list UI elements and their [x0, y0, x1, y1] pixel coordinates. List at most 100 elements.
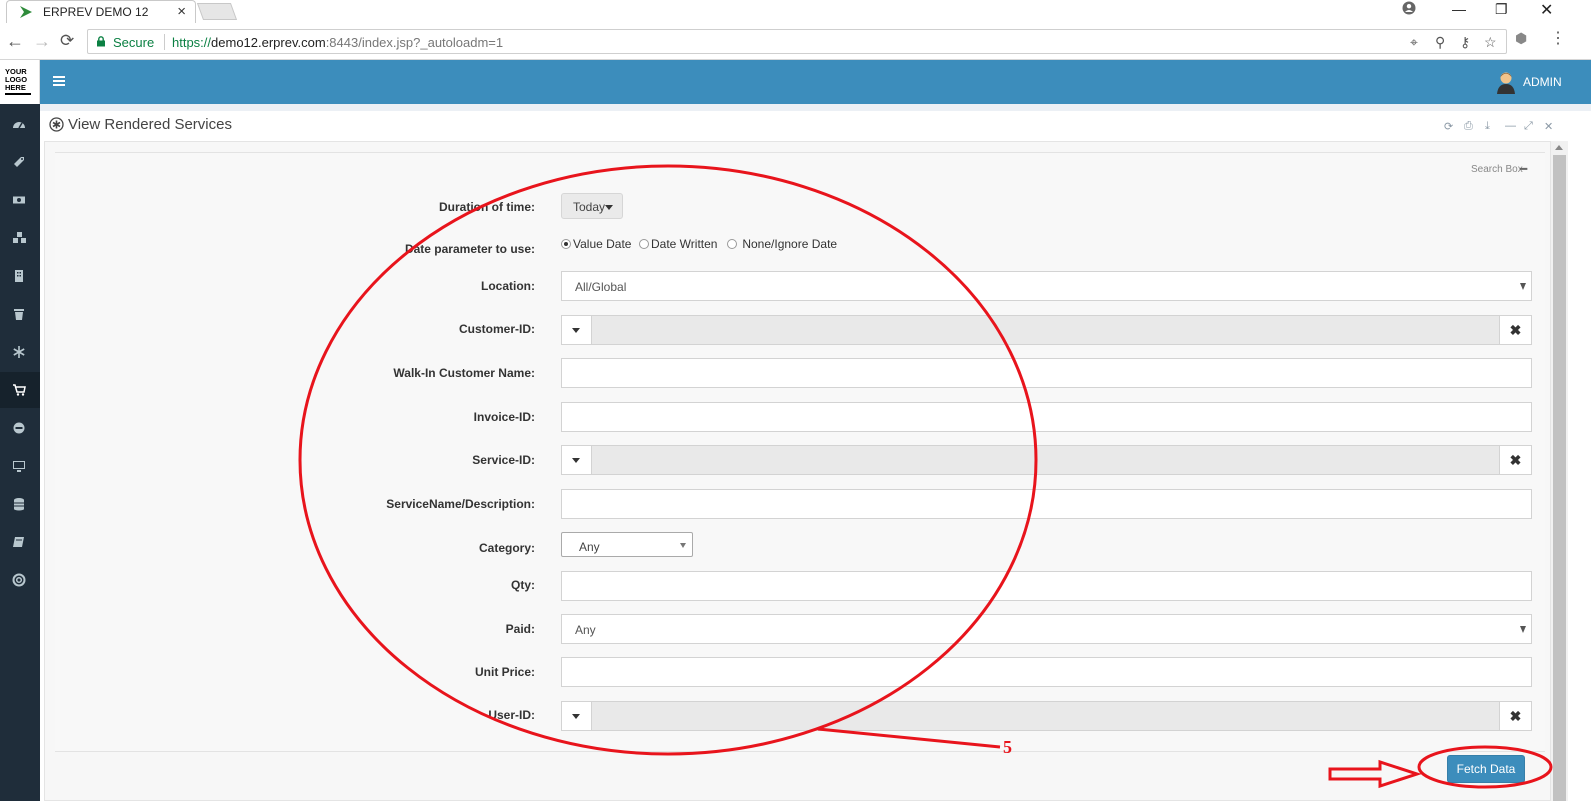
fetch-data-button[interactable]: Fetch Data	[1447, 755, 1525, 783]
zoom-icon[interactable]: ⚲	[1435, 34, 1445, 51]
tag-icon	[14, 157, 24, 167]
service-id-label: Service-ID:	[472, 453, 535, 467]
company-logo[interactable]: YOUR LOGO HERE	[0, 60, 40, 104]
tab-title: ERPREV DEMO 12	[43, 5, 149, 19]
scroll-up-icon[interactable]	[1555, 145, 1563, 150]
minimize-panel-icon[interactable]: —	[1505, 120, 1516, 132]
cart-icon	[13, 384, 26, 396]
sidebar-item-database[interactable]	[0, 486, 40, 522]
key-icon[interactable]: ⚷	[1460, 34, 1470, 51]
logo-underline	[5, 93, 31, 95]
sidebar-item-cubes[interactable]	[0, 220, 40, 256]
annotation-number: 5	[1003, 737, 1012, 757]
sidebar-item-cart[interactable]	[0, 372, 40, 408]
scrollbar[interactable]	[1551, 141, 1568, 801]
sidebar-item-book[interactable]	[0, 524, 40, 560]
collapse-search-box-icon[interactable]: ━	[1520, 162, 1527, 176]
user-id-dropdown-button[interactable]	[562, 702, 592, 730]
service-id-dropdown-button[interactable]	[562, 446, 592, 474]
radio-ignore-date-label: None/Ignore Date	[742, 237, 838, 251]
url-text: https://demo12.erprev.com:8443/index.jsp…	[172, 35, 503, 50]
sidebar-item-trash[interactable]	[0, 296, 40, 332]
logo-line-3: HERE	[5, 83, 26, 92]
paid-select[interactable]: Any	[561, 614, 1532, 644]
service-id-combo[interactable]: ✖	[561, 445, 1532, 475]
new-tab-button[interactable]	[196, 3, 238, 20]
omnibox-divider	[164, 34, 165, 50]
close-panel-icon[interactable]: ✕	[1544, 120, 1553, 133]
invoice-id-input[interactable]	[561, 402, 1532, 432]
money-icon	[13, 196, 25, 204]
radio-date-written[interactable]: Date Written	[639, 237, 717, 251]
url-input[interactable]: Secure https://demo12.erprev.com:8443/in…	[87, 29, 1507, 54]
sidebar-item-tags[interactable]	[0, 144, 40, 180]
menu-toggle-icon[interactable]	[53, 76, 65, 86]
duration-dropdown[interactable]: Today	[561, 193, 623, 219]
customer-id-combo[interactable]: ✖	[561, 315, 1532, 345]
sidebar-item-circle[interactable]	[0, 410, 40, 446]
select-arrow-icon	[680, 543, 686, 548]
user-name[interactable]: ADMIN	[1523, 75, 1562, 89]
invoice-id-label: Invoice-ID:	[473, 410, 535, 424]
date-param-label: Date parameter to use:	[404, 242, 535, 256]
walkin-name-input[interactable]	[561, 358, 1532, 388]
sidebar-item-dashboard[interactable]	[0, 106, 40, 142]
radio-value-date[interactable]: Value Date	[561, 237, 631, 251]
cubes-icon	[13, 232, 26, 243]
user-id-combo[interactable]: ✖	[561, 701, 1532, 731]
browser-tab-strip: ERPREV DEMO 12 × — ❐ ✕	[0, 0, 1591, 23]
duration-label: Duration of time:	[439, 200, 535, 214]
customer-id-label: Customer-ID:	[458, 322, 535, 336]
browser-tab[interactable]: ERPREV DEMO 12 ×	[6, 0, 196, 23]
location-select[interactable]: All/Global	[561, 271, 1532, 301]
building-icon	[15, 270, 23, 282]
avatar[interactable]	[1496, 70, 1516, 94]
service-name-input[interactable]	[561, 489, 1532, 519]
star-icon[interactable]: ☆	[1484, 34, 1497, 51]
sidebar-item-money[interactable]	[0, 182, 40, 218]
desktop-icon	[13, 461, 25, 472]
close-window-icon[interactable]: ✕	[1540, 0, 1553, 20]
radio-checked-icon	[561, 239, 571, 249]
sidebar-item-support[interactable]	[0, 562, 40, 598]
select-arrow-icon	[1520, 283, 1526, 290]
service-id-clear-icon[interactable]: ✖	[1499, 446, 1531, 474]
location-target-icon[interactable]: ⌖	[1410, 34, 1418, 51]
sidebar-item-snowflake[interactable]	[0, 334, 40, 370]
expand-icon[interactable]: ⤢	[1524, 120, 1533, 133]
qty-input[interactable]	[561, 571, 1532, 601]
unit-price-input[interactable]	[561, 657, 1532, 687]
sidebar-item-desktop[interactable]	[0, 448, 40, 484]
download-icon[interactable]: ⤓	[1485, 120, 1490, 133]
caret-down-icon	[605, 205, 614, 211]
radio-date-written-label: Date Written	[651, 237, 718, 251]
duration-value: Today	[573, 200, 606, 214]
unit-price-label: Unit Price:	[474, 665, 535, 679]
service-name-label: ServiceName/Description:	[386, 497, 535, 511]
sidebar: YOUR LOGO HERE	[0, 60, 40, 801]
user-id-label: User-ID:	[488, 708, 535, 722]
url-host: demo12.erprev.com	[211, 35, 326, 50]
url-rest: :8443/index.jsp?_autoloadm=1	[325, 35, 504, 50]
extension-icon[interactable]: ⬢	[1515, 30, 1527, 47]
select-arrow-icon	[1520, 626, 1526, 633]
sidebar-item-building[interactable]	[0, 258, 40, 294]
restore-icon[interactable]: ❐	[1495, 1, 1508, 18]
page-title: View Rendered Services	[68, 116, 232, 133]
minimize-icon[interactable]: —	[1452, 1, 1466, 17]
caret-down-icon	[572, 328, 580, 333]
scrollbar-thumb[interactable]	[1553, 155, 1566, 801]
category-select[interactable]: Any	[561, 532, 693, 557]
forward-icon[interactable]: →	[33, 31, 51, 52]
refresh-icon[interactable]: ⟳	[1444, 120, 1453, 133]
radio-ignore-date[interactable]: None/Ignore Date	[727, 237, 837, 251]
customer-id-dropdown-button[interactable]	[562, 316, 592, 344]
user-id-clear-icon[interactable]: ✖	[1499, 702, 1531, 730]
profile-icon[interactable]	[1402, 1, 1416, 18]
back-icon[interactable]: ←	[6, 31, 24, 52]
customer-id-clear-icon[interactable]: ✖	[1499, 316, 1531, 344]
reload-icon[interactable]: ⟳	[60, 31, 74, 51]
print-icon[interactable]: ⎙	[1464, 120, 1473, 133]
close-tab-icon[interactable]: ×	[177, 3, 186, 20]
browser-menu-icon[interactable]: ⋮	[1550, 28, 1566, 48]
